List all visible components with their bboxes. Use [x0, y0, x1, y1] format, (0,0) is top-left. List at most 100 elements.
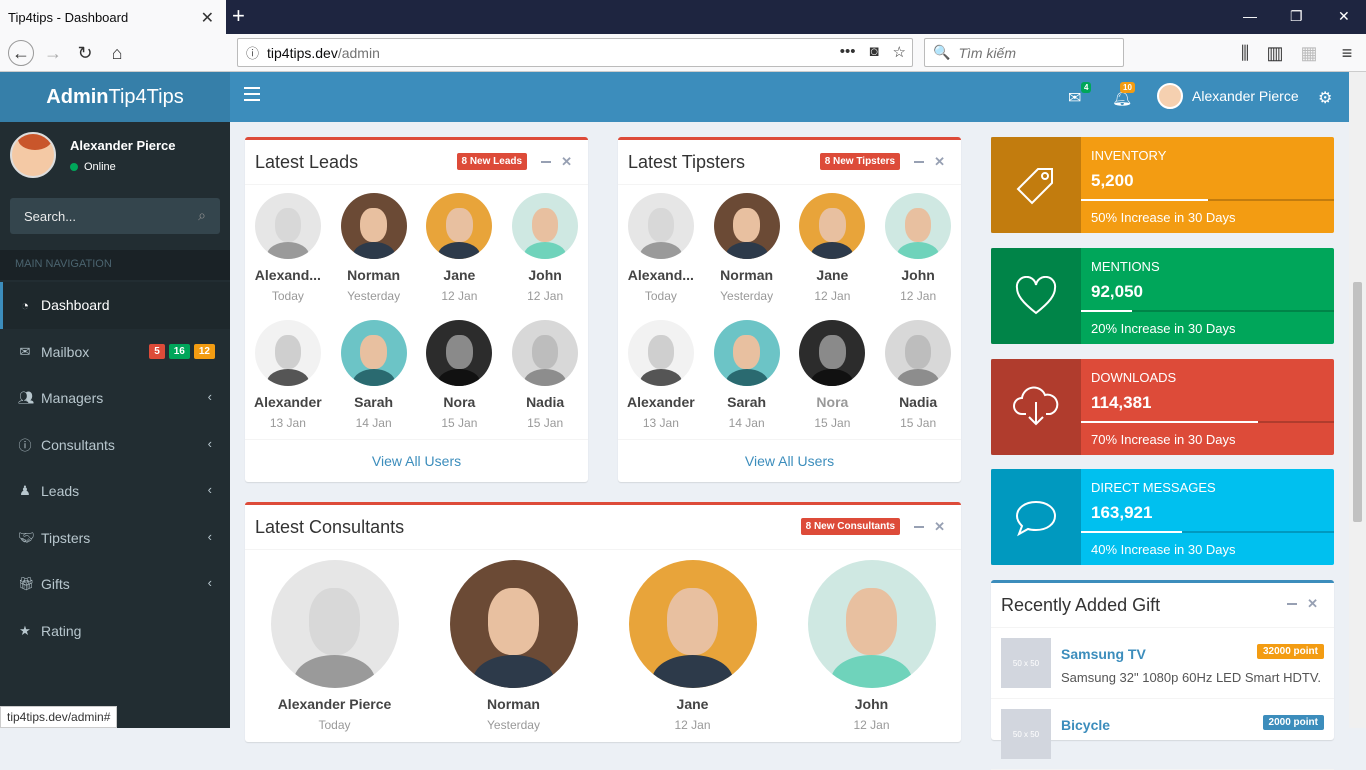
user-name[interactable]: Jane	[417, 267, 503, 283]
reload-icon[interactable]: ↻	[72, 40, 98, 66]
sidebar-search-icon[interactable]: ⌕	[198, 207, 206, 224]
browser-menu-icon[interactable]: ≡	[1334, 40, 1360, 66]
user-card[interactable]: Jane 12 Jan	[417, 185, 503, 312]
new-tab-icon[interactable]: +	[232, 5, 245, 27]
sidebar: Alexander Pierce Online Search... ⌕ MAIN…	[0, 122, 230, 728]
browser-search-bar[interactable]: 🔍 Tìm kiếm	[924, 38, 1124, 67]
close-tab-icon[interactable]: ✕	[201, 8, 214, 28]
user-name[interactable]: Norman	[424, 696, 603, 712]
user-name[interactable]: Alexander	[245, 394, 331, 410]
user-card[interactable]: Norman Yesterday	[704, 185, 790, 312]
user-name[interactable]: Nadia	[875, 394, 961, 410]
gift-item[interactable]: 50 x 50 Samsung TV Samsung 32" 1080p 60Hz …	[991, 628, 1334, 699]
user-date: 12 Jan	[527, 289, 564, 303]
sidebar-item-mailbox[interactable]: ✉ Mailbox 5 16 12	[0, 329, 230, 376]
bookmark-star-icon[interactable]: ☆	[893, 43, 906, 61]
user-card[interactable]: Alexand... Today	[245, 185, 331, 312]
sidebar-item-tipsters[interactable]: 🤝︎ Tipsters ‹	[0, 515, 230, 562]
sidebar-item-rating[interactable]: ★ Rating	[0, 608, 230, 655]
url-bar[interactable]: ⓘ tip4tips.dev/admin ••• ◙ ☆	[237, 38, 913, 67]
user-card[interactable]: Jane 12 Jan	[790, 185, 876, 312]
user-card[interactable]: John 12 Jan	[875, 185, 961, 312]
user-name[interactable]: John	[875, 267, 961, 283]
stat-box-direct-messages[interactable]: Direct Messages 163,921 40% Increase in 30…	[991, 469, 1334, 565]
user-card[interactable]: Alexander 13 Jan	[245, 312, 331, 439]
gift-name-link[interactable]: Bicycle	[1061, 717, 1110, 733]
user-card[interactable]: Nora 15 Jan	[417, 312, 503, 439]
stat-box-downloads[interactable]: Downloads 114,381 70% Increase in 30 Days	[991, 359, 1334, 455]
close-icon[interactable]: ✕	[561, 154, 572, 170]
user-name[interactable]: Jane	[790, 267, 876, 283]
home-icon[interactable]: ⌂	[104, 40, 130, 66]
sidebar-toggle-icon[interactable]: ▥	[1262, 40, 1288, 66]
face-shape	[360, 334, 387, 369]
user-card[interactable]: Norman Yesterday	[424, 550, 603, 740]
restore-window-icon[interactable]: ❐	[1290, 8, 1303, 25]
user-name[interactable]: Alexander Pierce	[245, 696, 424, 712]
user-name[interactable]: Nora	[417, 394, 503, 410]
user-name[interactable]: Sarah	[331, 394, 417, 410]
sidebar-item-gifts[interactable]: 🎁︎ Gifts ‹	[0, 561, 230, 608]
page-actions-icon[interactable]: •••	[840, 43, 856, 61]
user-card[interactable]: Alexander 13 Jan	[618, 312, 704, 439]
tipsters-view-all-link[interactable]: View All Users	[618, 439, 961, 482]
stat-box-mentions[interactable]: Mentions 92,050 20% Increase in 30 Days	[991, 248, 1334, 344]
sidebar-toggle-hamburger-icon[interactable]	[244, 87, 260, 105]
collapse-icon[interactable]	[1287, 603, 1298, 605]
info-icon[interactable]: ⓘ	[246, 43, 259, 62]
settings-gears-icon[interactable]: ⚙	[1318, 88, 1332, 108]
sidebar-item-managers[interactable]: 👥︎ Managers ‹	[0, 375, 230, 422]
user-name[interactable]: Norman	[331, 267, 417, 283]
sidebar-item-dashboard[interactable]: ◔ Dashboard	[0, 282, 230, 329]
minimize-window-icon[interactable]: —	[1243, 8, 1257, 24]
browser-tab[interactable]: Tip4tips - Dashboard ✕	[0, 0, 226, 34]
library-icon[interactable]: ⫼	[1232, 40, 1258, 66]
user-name[interactable]: Nora	[790, 394, 876, 410]
sidebar-item-leads[interactable]: ♟ Leads ‹	[0, 468, 230, 515]
user-card[interactable]: Norman Yesterday	[331, 185, 417, 312]
user-card[interactable]: John 12 Jan	[502, 185, 588, 312]
user-name[interactable]: Sarah	[704, 394, 790, 410]
user-name[interactable]: Nadia	[502, 394, 588, 410]
user-date: 12 Jan	[441, 289, 478, 303]
close-icon[interactable]: ✕	[934, 519, 945, 535]
user-name[interactable]: Alexander	[618, 394, 704, 410]
user-name[interactable]: Norman	[704, 267, 790, 283]
collapse-icon[interactable]	[541, 160, 552, 163]
forward-icon[interactable]: →	[40, 40, 66, 66]
user-card[interactable]: Nora 15 Jan	[790, 312, 876, 439]
user-card[interactable]: John 12 Jan	[782, 550, 961, 740]
back-icon[interactable]: ←	[8, 40, 34, 66]
stat-box-inventory[interactable]: Inventory 5,200 50% Increase in 30 Days	[991, 137, 1334, 233]
collapse-icon[interactable]	[914, 525, 925, 528]
collapse-icon[interactable]	[914, 160, 925, 163]
app-logo[interactable]: Admin Tip4Tips	[0, 72, 230, 122]
user-card[interactable]: Nadia 15 Jan	[875, 312, 961, 439]
extension-icon[interactable]: ▦	[1296, 40, 1322, 66]
gift-thumbnail: 50 x 50	[1001, 638, 1051, 688]
user-name[interactable]: Alexand...	[245, 267, 331, 283]
leads-view-all-link[interactable]: View All Users	[245, 439, 588, 482]
user-name[interactable]: John	[502, 267, 588, 283]
user-menu[interactable]: Alexander Pierce	[1157, 83, 1299, 109]
user-card[interactable]: Nadia 15 Jan	[502, 312, 588, 439]
sidebar-item-consultants[interactable]: ⓘ Consultants ‹	[0, 422, 230, 469]
close-icon[interactable]: ✕	[934, 154, 945, 170]
gift-item[interactable]: 50 x 50 Bicycle 2000 point	[991, 699, 1334, 770]
close-window-icon[interactable]: ✕	[1338, 8, 1350, 25]
user-card[interactable]: Jane 12 Jan	[603, 550, 782, 740]
user-name[interactable]: John	[782, 696, 961, 712]
sidebar-search-input[interactable]: Search... ⌕	[10, 198, 220, 234]
sidebar-item-label: Consultants	[41, 436, 115, 453]
page-scrollbar[interactable]	[1349, 72, 1366, 728]
user-card[interactable]: Alexander Pierce Today	[245, 550, 424, 740]
close-icon[interactable]: ✕	[1307, 596, 1318, 612]
user-card[interactable]: Sarah 14 Jan	[331, 312, 417, 439]
pocket-icon[interactable]: ◙	[869, 43, 878, 61]
messages-icon[interactable]: ✉	[1068, 88, 1081, 108]
user-name[interactable]: Jane	[603, 696, 782, 712]
user-card[interactable]: Alexand... Today	[618, 185, 704, 312]
user-name[interactable]: Alexand...	[618, 267, 704, 283]
scrollbar-thumb[interactable]	[1353, 282, 1362, 522]
user-card[interactable]: Sarah 14 Jan	[704, 312, 790, 439]
